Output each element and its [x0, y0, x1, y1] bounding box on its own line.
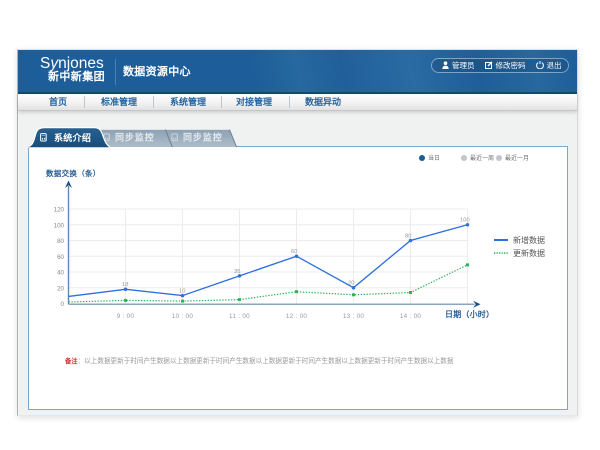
- svg-text:11 : 00: 11 : 00: [229, 313, 250, 320]
- svg-text:13 : 00: 13 : 00: [343, 313, 365, 320]
- svg-text:10 : 00: 10 : 00: [172, 313, 194, 320]
- svg-text:80: 80: [57, 238, 64, 245]
- svg-text:60: 60: [291, 249, 297, 255]
- svg-text:14 : 00: 14 : 00: [400, 313, 422, 320]
- svg-text:0: 0: [61, 301, 65, 308]
- svg-text:20: 20: [348, 280, 354, 286]
- svg-text:100: 100: [460, 217, 470, 223]
- svg-text:120: 120: [54, 206, 65, 213]
- svg-text:10: 10: [179, 288, 185, 294]
- svg-text:同步监控: 同步监控: [115, 132, 155, 143]
- svg-text:9 : 00: 9 : 00: [117, 313, 135, 320]
- svg-text:80: 80: [405, 233, 411, 239]
- svg-text:40: 40: [57, 269, 64, 276]
- svg-text:20: 20: [57, 285, 64, 292]
- svg-text:日期（小时）: 日期（小时）: [445, 309, 494, 319]
- svg-text:60: 60: [57, 253, 64, 260]
- svg-text:18: 18: [122, 282, 128, 288]
- svg-text:100: 100: [54, 222, 65, 229]
- svg-text:系统介绍: 系统介绍: [54, 132, 91, 143]
- svg-text:同步监控: 同步监控: [183, 132, 223, 143]
- svg-text:35: 35: [234, 269, 240, 275]
- svg-text:新增数据: 新增数据: [513, 235, 545, 245]
- svg-text:12 : 00: 12 : 00: [286, 313, 308, 320]
- svg-text:更新数据: 更新数据: [513, 248, 545, 258]
